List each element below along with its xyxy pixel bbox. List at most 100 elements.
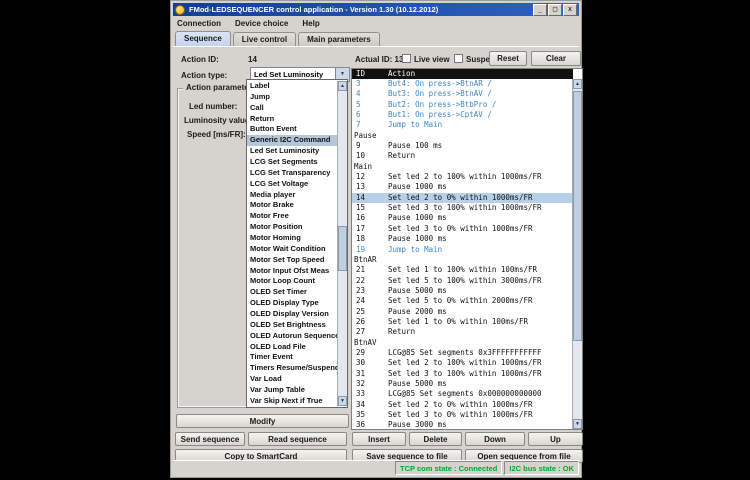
sequence-row[interactable]: 33LCG@85 Set segments 0x000000000000 [352, 389, 573, 399]
down-button[interactable]: Down [465, 432, 525, 446]
dropdown-item-lcg-set-voltage[interactable]: LCG Set Voltage [247, 179, 337, 190]
sequence-row[interactable]: 21Set led 1 to 100% within 100ms/FR [352, 265, 573, 275]
suspend-checkbox[interactable] [454, 54, 463, 63]
sequence-row[interactable]: BtnAV [352, 338, 573, 348]
sequence-row-id: 30 [356, 358, 365, 368]
header-action: Action [388, 69, 415, 79]
sequence-row[interactable]: BtnAR [352, 255, 573, 265]
sequence-row[interactable]: 18Pause 1000 ms [352, 234, 573, 244]
sequence-row[interactable]: 32Pause 5000 ms [352, 379, 573, 389]
dropdown-item-motor-set-top-speed[interactable]: Motor Set Top Speed [247, 255, 337, 266]
dropdown-item-oled-set-brightness[interactable]: OLED Set Brightness [247, 320, 337, 331]
dropdown-item-motor-brake[interactable]: Motor Brake [247, 200, 337, 211]
tab-main-parameters[interactable]: Main parameters [298, 32, 380, 46]
sequence-row[interactable]: 30Set led 2 to 100% within 1000ms/FR [352, 358, 573, 368]
dropdown-item-motor-homing[interactable]: Motor Homing [247, 233, 337, 244]
modify-button[interactable]: Modify [176, 414, 349, 428]
dropdown-item-var-jump-table[interactable]: Var Jump Table [247, 385, 337, 396]
sequence-row[interactable]: 17Set led 3 to 0% within 1000ms/FR [352, 224, 573, 234]
dropdown-item-oled-set-timer[interactable]: OLED Set Timer [247, 287, 337, 298]
sequence-row[interactable]: 23Pause 5000 ms [352, 286, 573, 296]
dropdown-item-motor-input-ofst-meas[interactable]: Motor Input Ofst Meas [247, 266, 337, 277]
sequence-row[interactable]: 14Set led 2 to 0% within 1000ms/FR [352, 193, 573, 203]
sequence-row[interactable]: 4But3: On press->BtnAV / [352, 89, 573, 99]
dropdown-item-timers-resume-suspend[interactable]: Timers Resume/Suspend [247, 363, 337, 374]
sequence-list-header: ID Action [352, 69, 573, 79]
sequence-row[interactable]: 22Set led 5 to 100% within 3000ms/FR [352, 276, 573, 286]
maximize-icon[interactable]: □ [548, 4, 562, 16]
sequence-row[interactable]: 12Set led 2 to 100% within 1000ms/FR [352, 172, 573, 182]
dropdown-item-motor-position[interactable]: Motor Position [247, 222, 337, 233]
dropdown-scrollbar[interactable]: ▲ ▼ [337, 81, 347, 406]
send-sequence-button[interactable]: Send sequence [175, 432, 245, 446]
sequence-row[interactable]: 9Pause 100 ms [352, 141, 573, 151]
sequence-row[interactable]: 7Jump to Main [352, 120, 573, 130]
sequence-row[interactable]: 35Set led 3 to 0% within 1000ms/FR [352, 410, 573, 420]
dropdown-item-generic-i2c-command[interactable]: Generic I2C Command [247, 135, 337, 146]
sequence-row[interactable]: 6But1: On press->CptAV / [352, 110, 573, 120]
sequence-row[interactable]: Pause [352, 131, 573, 141]
dropdown-item-oled-load-file[interactable]: OLED Load File [247, 342, 337, 353]
title-bar[interactable]: FMod-LEDSEQUENCER control application - … [173, 3, 579, 16]
dropdown-item-return[interactable]: Return [247, 114, 337, 125]
menu-device-choice[interactable]: Device choice [235, 19, 288, 28]
insert-button[interactable]: Insert [352, 432, 406, 446]
dropdown-item-var-skip-next-if-true[interactable]: Var Skip Next if True [247, 396, 337, 406]
reset-button[interactable]: Reset [489, 51, 527, 66]
minimize-icon[interactable]: _ [533, 4, 547, 16]
menu-connection[interactable]: Connection [177, 19, 221, 28]
scroll-up-icon[interactable]: ▲ [338, 81, 347, 91]
sequence-row[interactable]: 29LCG@85 Set segments 0x3FFFFFFFFFFF [352, 348, 573, 358]
sequence-row-action: Set led 2 to 0% within 1000ms/FR [388, 193, 533, 203]
dropdown-item-motor-loop-count[interactable]: Motor Loop Count [247, 276, 337, 287]
dropdown-item-label[interactable]: Label [247, 81, 337, 92]
sequence-row[interactable]: 31Set led 3 to 100% within 1000ms/FR [352, 369, 573, 379]
sequence-row[interactable]: 26Set led 1 to 0% within 100ms/FR [352, 317, 573, 327]
sequence-row[interactable]: 19Jump to Main [352, 245, 573, 255]
dropdown-item-led-set-luminosity[interactable]: Led Set Luminosity [247, 146, 337, 157]
dropdown-item-lcg-set-transparency[interactable]: LCG Set Transparency [247, 168, 337, 179]
dropdown-item-var-load[interactable]: Var Load [247, 374, 337, 385]
live-view-checkbox[interactable] [402, 54, 411, 63]
sequence-row[interactable]: 27Return [352, 327, 573, 337]
sequence-row[interactable]: 16Pause 1000 ms [352, 213, 573, 223]
sequence-scrollbar[interactable]: ▲ ▼ [572, 79, 582, 429]
dropdown-item-media-player[interactable]: Media player [247, 190, 337, 201]
sequence-row[interactable]: 15Set led 3 to 100% within 1000ms/FR [352, 203, 573, 213]
read-sequence-button[interactable]: Read sequence [248, 432, 347, 446]
clear-button[interactable]: Clear [531, 51, 581, 66]
sequence-row[interactable]: 24Set led 5 to 0% within 2000ms/FR [352, 296, 573, 306]
sequence-row[interactable]: 34Set led 2 to 0% within 1000ms/FR [352, 400, 573, 410]
dropdown-item-oled-display-version[interactable]: OLED Display Version [247, 309, 337, 320]
sequence-rows: 3But4: On press->BtnAR /4But3: On press-… [352, 79, 573, 429]
scrollbar-thumb[interactable] [573, 91, 582, 341]
scroll-down-icon[interactable]: ▼ [573, 419, 582, 429]
dropdown-item-oled-autorun-sequence[interactable]: OLED Autorun Sequence [247, 331, 337, 342]
close-icon[interactable]: x [563, 4, 577, 16]
dropdown-item-motor-free[interactable]: Motor Free [247, 211, 337, 222]
dropdown-item-motor-wait-condition[interactable]: Motor Wait Condition [247, 244, 337, 255]
sequence-row[interactable]: Main [352, 162, 573, 172]
sequence-row[interactable]: 5But2: On press->BtbPro / [352, 100, 573, 110]
dropdown-item-button-event[interactable]: Button Event [247, 124, 337, 135]
sequence-row[interactable]: 36Pause 3000 ms [352, 420, 573, 429]
dropdown-item-oled-display-type[interactable]: OLED Display Type [247, 298, 337, 309]
scroll-up-icon[interactable]: ▲ [573, 79, 582, 89]
dropdown-item-jump[interactable]: Jump [247, 92, 337, 103]
tab-live-control[interactable]: Live control [233, 32, 296, 46]
sequence-row[interactable]: 25Pause 2000 ms [352, 307, 573, 317]
sequence-row[interactable]: 3But4: On press->BtnAR / [352, 79, 573, 89]
scroll-down-icon[interactable]: ▼ [338, 396, 347, 406]
header-id: ID [356, 69, 365, 79]
dropdown-item-call[interactable]: Call [247, 103, 337, 114]
scrollbar-thumb[interactable] [338, 226, 347, 271]
tab-sequence[interactable]: Sequence [175, 31, 231, 46]
delete-button[interactable]: Delete [409, 432, 462, 446]
menu-help[interactable]: Help [302, 19, 319, 28]
desktop-background: FMod-LEDSEQUENCER control application - … [0, 0, 750, 480]
dropdown-item-timer-event[interactable]: Timer Event [247, 352, 337, 363]
sequence-row[interactable]: 13Pause 1000 ms [352, 182, 573, 192]
dropdown-item-lcg-set-segments[interactable]: LCG Set Segments [247, 157, 337, 168]
sequence-row[interactable]: 10Return [352, 151, 573, 161]
up-button[interactable]: Up [528, 432, 583, 446]
